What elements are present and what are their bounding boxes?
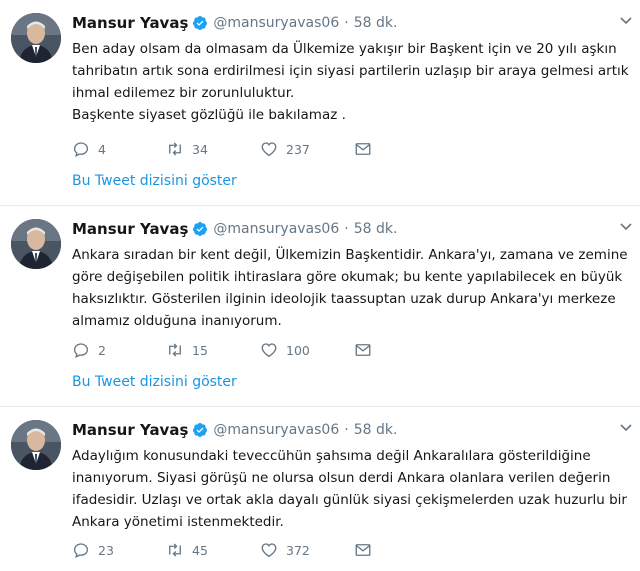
- tweet-actions: 4 34 237: [72, 139, 384, 159]
- tweet-text-line: Adaylığım konusundaki teveccühün şahsıma…: [72, 448, 591, 464]
- tweet-header: Mansur Yavaş @mansuryavas06 · 58 dk.: [72, 12, 397, 34]
- like-icon: [261, 343, 277, 358]
- like-count: 100: [286, 342, 310, 358]
- tweet-timestamp[interactable]: 58 dk.: [354, 15, 398, 31]
- author-handle[interactable]: @mansuryavas06: [213, 422, 339, 438]
- reply-icon: [73, 142, 89, 157]
- tweet-text: Adaylığım konusundaki teveccühün şahsıma…: [72, 445, 632, 533]
- tweet-text: Ben aday olsam da olmasam da Ülkemize ya…: [72, 38, 632, 126]
- tweet-text-line: Ben aday olsam da olmasam da Ülkemize ya…: [72, 41, 617, 57]
- reply-button[interactable]: 2: [72, 341, 166, 359]
- direct-message-button[interactable]: [354, 541, 384, 559]
- avatar[interactable]: [11, 420, 61, 470]
- chevron-down-icon[interactable]: [620, 16, 632, 26]
- tweet-text-line: ifadesidir. Uzlaşı ve ortak akla dayalı …: [72, 492, 627, 508]
- reply-button[interactable]: 23: [72, 541, 166, 559]
- retweet-icon: [169, 543, 181, 557]
- tweet-text-line: haksızlıktır. Gösterilen ilginin ideoloj…: [72, 291, 616, 307]
- show-thread-link[interactable]: Bu Tweet dizisini göster: [72, 173, 237, 189]
- tweet-text-line: göre değişebilen politik ihtiraslara gör…: [72, 269, 623, 285]
- tweet-text-line: ihmal edilemez bir zorunluluktur.: [72, 85, 295, 101]
- like-button[interactable]: 372: [260, 541, 354, 559]
- tweet-header: Mansur Yavaş @mansuryavas06 · 58 dk.: [72, 218, 397, 240]
- separator-dot: ·: [344, 15, 349, 31]
- direct-message-icon: [355, 544, 371, 556]
- reply-icon: [73, 543, 89, 558]
- tweet-actions: 2 15 100: [72, 340, 384, 360]
- direct-message-button[interactable]: [354, 341, 384, 359]
- verified-badge-icon: [193, 222, 208, 236]
- author-name[interactable]: Mansur Yavaş: [72, 14, 188, 32]
- retweet-count: 15: [192, 342, 208, 358]
- avatar[interactable]: [11, 13, 61, 63]
- tweet-text-line: Başkente siyaset gözlüğü ile bakılamaz .: [72, 107, 346, 123]
- retweet-icon: [169, 142, 181, 156]
- avatar[interactable]: [11, 219, 61, 269]
- tweet-1[interactable]: Mansur Yavaş @mansuryavas06 · 58 dk. Ben…: [0, 0, 640, 206]
- retweet-button[interactable]: 15: [166, 341, 260, 359]
- show-thread-link[interactable]: Bu Tweet dizisini göster: [72, 374, 237, 390]
- tweet-text-line: inanıyorum. Siyasi görüşü ne olursa olsu…: [72, 470, 611, 486]
- retweet-icon: [169, 343, 181, 357]
- author-name[interactable]: Mansur Yavaş: [72, 421, 188, 439]
- reply-icon: [73, 343, 89, 358]
- reply-count: 2: [98, 342, 106, 358]
- tweet-timestamp[interactable]: 58 dk.: [354, 422, 398, 438]
- tweet-text: Ankara sıradan bir kent değil, Ülkemizin…: [72, 244, 632, 332]
- like-icon: [261, 142, 277, 157]
- reply-count: 4: [98, 141, 106, 157]
- like-button[interactable]: 237: [260, 140, 354, 158]
- retweet-count: 34: [192, 141, 208, 157]
- retweet-button[interactable]: 45: [166, 541, 260, 559]
- direct-message-icon: [355, 344, 371, 356]
- verified-badge-icon: [193, 423, 208, 437]
- tweet-text-line: Ankara yönetimi istenmektedir.: [72, 514, 284, 530]
- tweet-3[interactable]: Mansur Yavaş @mansuryavas06 · 58 dk. Ada…: [0, 407, 640, 571]
- tweet-feed: Mansur Yavaş @mansuryavas06 · 58 dk. Ben…: [0, 0, 640, 571]
- direct-message-button[interactable]: [354, 140, 384, 158]
- direct-message-icon: [355, 143, 371, 155]
- separator-dot: ·: [344, 221, 349, 237]
- author-handle[interactable]: @mansuryavas06: [213, 221, 339, 237]
- chevron-down-icon[interactable]: [620, 423, 632, 433]
- tweet-text-line: almamız olduğuna inanıyorum.: [72, 313, 282, 329]
- author-name[interactable]: Mansur Yavaş: [72, 220, 188, 238]
- separator-dot: ·: [344, 422, 349, 438]
- author-handle[interactable]: @mansuryavas06: [213, 15, 339, 31]
- like-count: 372: [286, 542, 310, 558]
- tweet-2[interactable]: Mansur Yavaş @mansuryavas06 · 58 dk. Ank…: [0, 206, 640, 407]
- reply-button[interactable]: 4: [72, 140, 166, 158]
- like-button[interactable]: 100: [260, 341, 354, 359]
- tweet-timestamp[interactable]: 58 dk.: [354, 221, 398, 237]
- retweet-count: 45: [192, 542, 208, 558]
- like-count: 237: [286, 141, 310, 157]
- retweet-button[interactable]: 34: [166, 140, 260, 158]
- like-icon: [261, 543, 277, 558]
- verified-badge-icon: [193, 16, 208, 30]
- reply-count: 23: [98, 542, 114, 558]
- tweet-text-line: tahribatın artık sona erdirilmesi için s…: [72, 63, 629, 79]
- chevron-down-icon[interactable]: [620, 222, 632, 232]
- tweet-text-line: Ankara sıradan bir kent değil, Ülkemizin…: [72, 247, 628, 263]
- tweet-header: Mansur Yavaş @mansuryavas06 · 58 dk.: [72, 419, 397, 441]
- tweet-actions: 23 45 372: [72, 540, 384, 560]
